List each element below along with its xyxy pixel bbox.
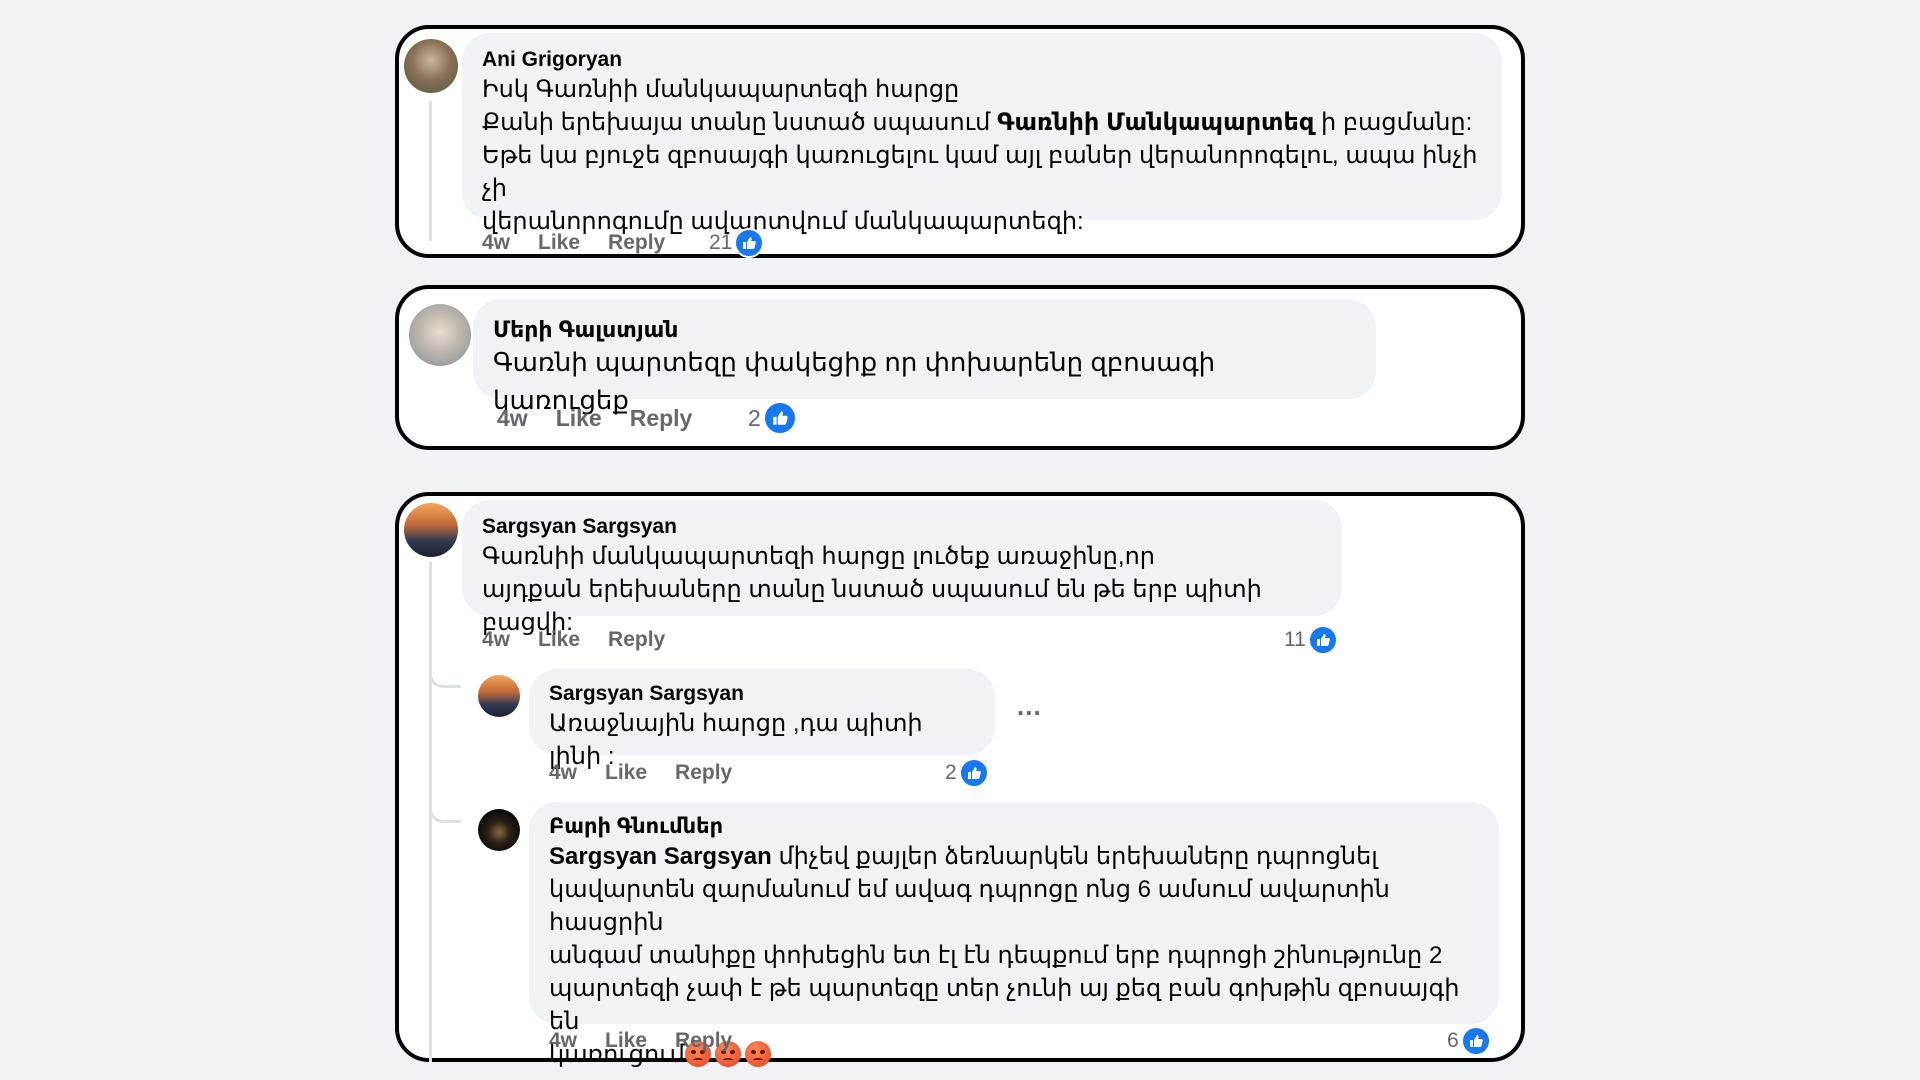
comment-line: Իսկ Գառնիի մանկապարտեզի հարցը <box>482 76 960 103</box>
like-count: 21 <box>709 231 733 254</box>
timestamp[interactable]: 4w <box>482 628 510 652</box>
reply-connector <box>429 666 461 688</box>
timestamp[interactable]: 4w <box>549 1029 577 1053</box>
comment-text-segment: ի բացմանը: <box>1314 109 1473 136</box>
reply-button[interactable]: Reply <box>608 231 665 255</box>
comment-bubble: Ani Grigoryan Իսկ Գառնիի մանկապարտեզի հա… <box>462 33 1502 235</box>
like-button[interactable]: Like <box>538 231 580 255</box>
like-button[interactable]: Like <box>556 405 602 432</box>
comment-line: Sargsyan Sargsyan միչեվ քայլեր ձեռնարկեն… <box>549 840 1479 873</box>
comment-bubble: Մերի Գալստյան Գառնի պարտեզը փակեցիք որ փ… <box>473 299 1376 415</box>
reply-bubble: Բարի Գնումներ Sargsyan Sargsyan միչեվ քա… <box>529 802 1499 1068</box>
like-count: 2 <box>748 404 761 431</box>
reply-button[interactable]: Reply <box>608 628 665 652</box>
more-options-icon[interactable]: ... <box>1017 691 1042 722</box>
avatar[interactable] <box>404 39 458 93</box>
comment-card: Ani Grigoryan Իսկ Գառնիի մանկապարտեզի հա… <box>395 25 1525 258</box>
mention-link[interactable]: Գառնիի Մանկապարտեզ <box>997 109 1314 136</box>
like-button[interactable]: Like <box>605 761 647 785</box>
thumbs-up-icon <box>1460 1026 1491 1056</box>
avatar[interactable] <box>478 809 520 851</box>
reply-button[interactable]: Reply <box>630 405 693 432</box>
comment-text: Իսկ Գառնիի մանկապարտեզի հարցը Քանի երեխա… <box>482 73 1482 238</box>
comment-text-segment: միչեվ քայլեր ձեռնարկեն երեխաները դպրոցնե… <box>771 843 1378 870</box>
comment-actions: 4w Like Reply <box>549 1029 760 1053</box>
comment-line: կավարտեն զարմանում եմ ավագ դպրոցը ոնց 6 … <box>549 876 1390 936</box>
thumbs-up-icon <box>958 758 989 788</box>
reaction-count[interactable]: 21 <box>709 228 765 258</box>
reply-connector <box>429 801 461 823</box>
comment-card: Sargsyan Sargsyan Գառնիի մանկապարտեզի հա… <box>395 492 1525 1068</box>
comment-author[interactable]: Sargsyan Sargsyan <box>482 514 1322 540</box>
mention-link[interactable]: Sargsyan Sargsyan <box>549 843 772 870</box>
comment-actions: 4w Like Reply <box>497 405 720 432</box>
like-count: 2 <box>945 761 957 784</box>
reply-bubble: Sargsyan Sargsyan Առաջնային հարցը ,դա պի… <box>529 669 995 770</box>
comment-line: անգամ տանիքը փոխեցին ետ էլ էն դեպքում եր… <box>549 942 1443 969</box>
comment-actions: 4w Like Reply <box>482 628 693 652</box>
timestamp[interactable]: 4w <box>482 231 510 255</box>
avatar[interactable] <box>404 503 458 557</box>
thumbs-up-icon <box>734 228 765 258</box>
comment-line: Քանի երեխայա տանը նստած սպասում Գառնիի Մ… <box>482 106 1482 139</box>
comment-card: Մերի Գալստյան Գառնի պարտեզը փակեցիք որ փ… <box>395 285 1525 450</box>
comment-bubble: Sargsyan Sargsyan Գառնիի մանկապարտեզի հա… <box>462 500 1342 636</box>
comment-line: Եթե կա բյուջե զբոսայգի կառուցելու կամ այ… <box>482 142 1478 202</box>
comment-actions: 4w Like Reply <box>482 231 693 255</box>
thread-line <box>429 101 432 241</box>
reply-button[interactable]: Reply <box>675 1029 732 1053</box>
avatar[interactable] <box>478 675 520 717</box>
timestamp[interactable]: 4w <box>549 761 577 785</box>
reaction-count[interactable]: 2 <box>748 401 797 435</box>
comment-author[interactable]: Բարի Գնումներ <box>549 814 1479 840</box>
like-button[interactable]: Like <box>605 1029 647 1053</box>
like-button[interactable]: Like <box>538 628 580 652</box>
thumbs-up-icon <box>762 401 797 435</box>
thumbs-up-icon <box>1307 625 1338 655</box>
avatar[interactable] <box>409 304 471 366</box>
comment-author[interactable]: Sargsyan Sargsyan <box>549 681 975 707</box>
comment-actions: 4w Like Reply <box>549 761 760 785</box>
like-count: 6 <box>1447 1029 1459 1052</box>
comment-text: Գառնիի մանկապարտեզի հարցը լուծեք առաջինը… <box>482 540 1322 639</box>
reaction-count[interactable]: 11 <box>1284 625 1338 655</box>
reply-button[interactable]: Reply <box>675 761 732 785</box>
timestamp[interactable]: 4w <box>497 405 528 432</box>
comment-author[interactable]: Ani Grigoryan <box>482 47 1482 73</box>
like-count: 11 <box>1284 628 1306 651</box>
comment-line: Գառնիի մանկապարտեզի հարցը լուծեք առաջինը… <box>482 543 1155 570</box>
reaction-count[interactable]: 6 <box>1447 1026 1491 1056</box>
reaction-count[interactable]: 2 <box>945 758 989 788</box>
comment-text-segment: Քանի երեխայա տանը նստած սպասում <box>482 109 998 136</box>
comment-author[interactable]: Մերի Գալստյան <box>493 317 1356 343</box>
